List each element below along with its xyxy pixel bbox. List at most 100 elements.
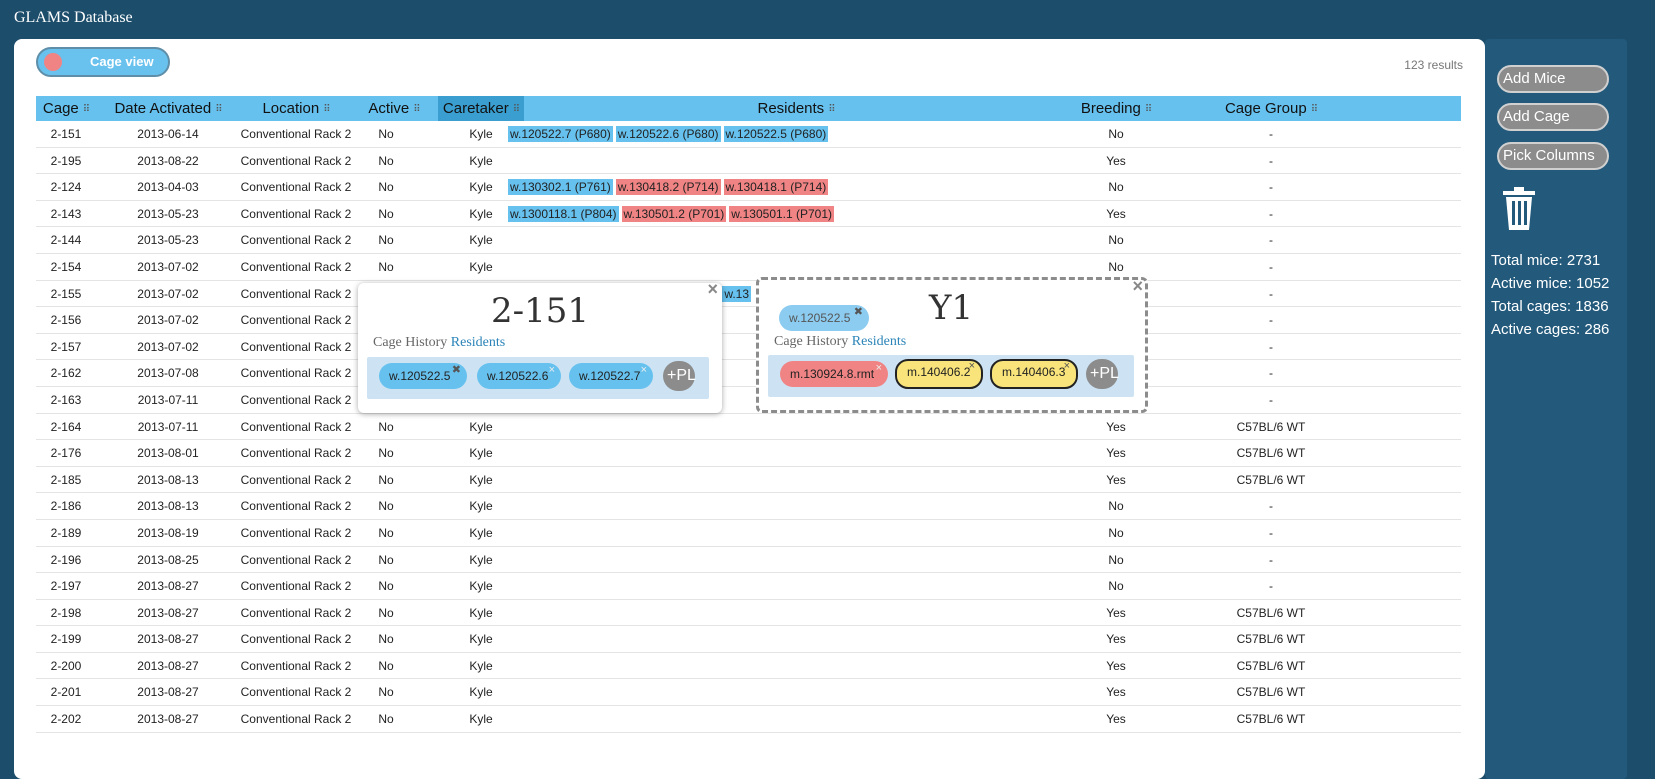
cell-group: -	[1269, 206, 1273, 221]
table-row[interactable]: 2-154 2013-07-02 Conventional Rack 2 No Kyle…	[36, 254, 1461, 281]
cell-active: No	[378, 605, 394, 620]
remove-icon[interactable]: ×	[876, 355, 882, 381]
resident-chip[interactable]: w.120522.5 ✖	[379, 363, 467, 389]
table-row[interactable]: 2-1622013-07-08Conventional Rack 2NoKyle…	[36, 360, 1461, 387]
cage-view-toggle[interactable]: Cage view	[36, 47, 170, 77]
resident-chip[interactable]: w.120522.6 ×	[477, 363, 561, 389]
drag-handle-icon[interactable]: ⠿	[1145, 104, 1152, 115]
cell-cage: 2-157	[50, 339, 82, 354]
col-header-breeding[interactable]: Breeding ⠿	[1066, 96, 1166, 121]
drag-handle-icon[interactable]: ⠿	[83, 104, 90, 115]
table-row[interactable]: 2-1632013-07-11Conventional Rack 2NoKyle…	[36, 387, 1461, 414]
resident-tag[interactable]: w.130418.2 (P714)	[615, 179, 721, 196]
resident-chip[interactable]: m.140406.2 ×	[895, 359, 983, 389]
cell-location: Conventional Rack 2	[240, 579, 352, 594]
resident-chip[interactable]: m.140406.3 ×	[990, 359, 1078, 389]
cell-breeding: No	[1108, 233, 1124, 248]
cell-group: -	[1269, 552, 1273, 567]
table-row[interactable]: 2-144 2013-05-23 Conventional Rack 2 No Kyle…	[36, 227, 1461, 254]
remove-icon[interactable]: ✖	[452, 357, 461, 383]
col-header-location[interactable]: Location ⠿	[236, 96, 356, 121]
cell-date: 2013-07-02	[137, 286, 199, 301]
resident-tag[interactable]: w.130418.1 (P714)	[723, 179, 829, 196]
table-row[interactable]: 2-176 2013-08-01 Conventional Rack 2 No Kyle…	[36, 440, 1461, 467]
tab-residents[interactable]: Residents	[852, 334, 906, 349]
table-row[interactable]: 2-201 2013-08-27 Conventional Rack 2 No Kyle…	[36, 679, 1461, 707]
table-row[interactable]: 2-196 2013-08-25 Conventional Rack 2 No Kyle…	[36, 547, 1461, 574]
resident-tag[interactable]: w.120522.6 (P680)	[615, 126, 721, 142]
table-row[interactable]: 2-151 2013-06-14 Conventional Rack 2 No Kyle…	[36, 121, 1461, 148]
drag-handle-icon[interactable]: ⠿	[513, 104, 520, 115]
add-mice-button[interactable]: Add Mice	[1497, 65, 1609, 93]
resident-tag[interactable]: w.130501.1 (P701)	[729, 205, 835, 222]
cell-cage: 2-186	[50, 499, 82, 514]
cell-breeding: No	[1108, 579, 1124, 594]
table-row[interactable]: 2-200 2013-08-27 Conventional Rack 2 No Kyle…	[36, 653, 1461, 680]
table-row[interactable]: 2-198 2013-08-27 Conventional Rack 2 No Kyle…	[36, 600, 1461, 627]
table-row[interactable]: 2-124 2013-04-03 Conventional Rack 2 No Kyle…	[36, 174, 1461, 201]
tab-cage-history[interactable]: Cage History	[373, 335, 447, 350]
pick-columns-button[interactable]: Pick Columns	[1497, 142, 1609, 170]
cage-table-body: 2-151 2013-06-14 Conventional Rack 2 No Kyle…	[36, 121, 1461, 733]
drag-handle-icon[interactable]: ⠿	[828, 104, 835, 115]
table-row[interactable]: 2-185 2013-08-13 Conventional Rack 2 No Kyle…	[36, 467, 1461, 494]
remove-icon[interactable]: ×	[549, 357, 555, 383]
add-cage-button[interactable]: Add Cage	[1497, 103, 1609, 131]
table-row[interactable]: 2-197 2013-08-27 Conventional Rack 2 No Kyle…	[36, 573, 1461, 600]
table-row[interactable]: 2-164 2013-07-11 Conventional Rack 2 No Kyle…	[36, 414, 1461, 441]
resident-tag[interactable]: w.1300118.1 (P804)	[508, 205, 619, 222]
table-row[interactable]: 2-186 2013-08-13 Conventional Rack 2 No Kyle…	[36, 493, 1461, 520]
col-header-date[interactable]: Date Activated ⠿	[108, 96, 228, 121]
main-panel: Cage view 123 results Cage ⠿ Date Activat…	[14, 39, 1485, 779]
trash-icon[interactable]	[1501, 187, 1537, 236]
table-row[interactable]: 2-143 2013-05-23 Conventional Rack 2 No Kyle…	[36, 201, 1461, 228]
cell-date: 2013-08-27	[137, 658, 199, 673]
floating-resident-chip[interactable]: w.120522.5 ✖	[779, 305, 869, 331]
resident-chip[interactable]: m.130924.8.rmt ×	[780, 361, 888, 387]
col-header-cage-group[interactable]: Cage Group ⠿	[1206, 96, 1336, 121]
toggle-knob[interactable]	[44, 53, 62, 71]
col-header-cage[interactable]: Cage ⠿	[36, 96, 96, 121]
table-row[interactable]: 2-1562013-07-02Conventional Rack 2NoKyle…	[36, 307, 1461, 334]
cell-date: 2013-05-23	[137, 233, 199, 248]
tab-cage-history[interactable]: Cage History	[774, 334, 848, 349]
table-row[interactable]: 2-199 2013-08-27 Conventional Rack 2 No Kyle…	[36, 626, 1461, 653]
drag-handle-icon[interactable]: ⠿	[215, 104, 222, 115]
resident-tag[interactable]: w.120522.7 (P680)	[508, 126, 613, 142]
resident-tag[interactable]: w.120522.5 (P680)	[723, 126, 829, 142]
table-row[interactable]: 2-189 2013-08-19 Conventional Rack 2 No Kyle…	[36, 520, 1461, 547]
cell-date: 2013-08-22	[137, 153, 199, 168]
cell-date: 2013-04-03	[137, 180, 199, 195]
remove-icon[interactable]: ×	[641, 357, 647, 383]
drag-handle-icon[interactable]: ⠿	[1311, 104, 1318, 115]
table-row[interactable]: 2-1572013-07-02Conventional Rack 2NoKyle…	[36, 334, 1461, 361]
cell-caretaker: Kyle	[469, 552, 493, 567]
table-row[interactable]: 2-195 2013-08-22 Conventional Rack 2 No Kyle…	[36, 148, 1461, 175]
col-header-active[interactable]: Active ⠿	[354, 96, 434, 121]
cell-cage: 2-162	[50, 366, 82, 381]
add-pl-button[interactable]: +PL	[1086, 359, 1119, 389]
cell-group: C57BL/6 WT	[1236, 712, 1306, 727]
side-panel: Add Mice Add Cage Pick Columns Total mic…	[1485, 39, 1627, 779]
col-header-caretaker[interactable]: Caretaker ⠿	[438, 96, 524, 121]
add-pl-button[interactable]: +PL	[663, 361, 696, 391]
cell-cage: 2-199	[50, 632, 82, 647]
drag-handle-icon[interactable]: ⠿	[323, 104, 330, 115]
resident-tag[interactable]: w.13	[722, 285, 752, 302]
drag-handle-icon[interactable]: ⠿	[413, 104, 420, 115]
remove-icon[interactable]: ×	[969, 355, 975, 377]
resident-tag[interactable]: w.130302.1 (P761)	[508, 179, 613, 196]
cell-group: -	[1269, 499, 1273, 514]
close-icon[interactable]: ×	[707, 279, 718, 300]
remove-icon[interactable]: ✖	[854, 299, 863, 325]
remove-icon[interactable]: ×	[1064, 355, 1070, 377]
tab-residents[interactable]: Residents	[451, 335, 505, 350]
resident-chip[interactable]: w.120522.7 ×	[569, 363, 653, 389]
resident-tag[interactable]: w.130501.2 (P701)	[621, 205, 727, 222]
cell-location: Conventional Rack 2	[240, 233, 352, 248]
table-row[interactable]: 2-1552013-07-02Conventional Rack 2NoKyle…	[36, 281, 1461, 308]
table-row[interactable]: 2-202 2013-08-27 Conventional Rack 2 No Kyle…	[36, 706, 1461, 733]
col-header-residents[interactable]: Residents ⠿	[736, 96, 856, 121]
cell-location: Conventional Rack 2	[240, 206, 352, 221]
close-icon[interactable]: ×	[1132, 276, 1143, 297]
